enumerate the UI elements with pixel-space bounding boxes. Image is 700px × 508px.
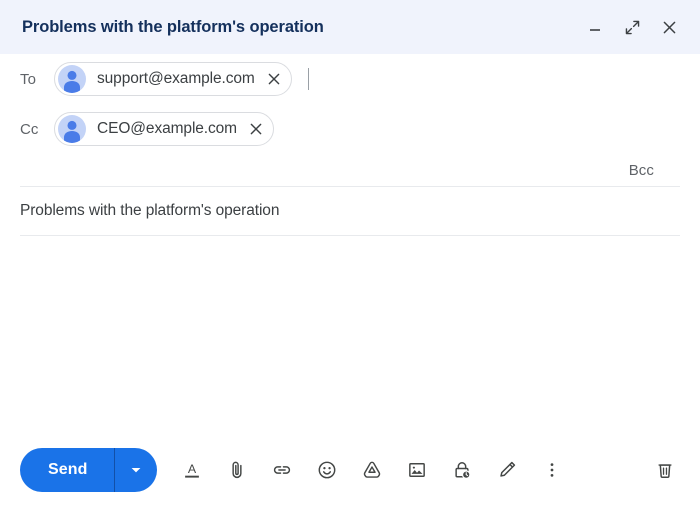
- to-recipient-email: support@example.com: [97, 70, 255, 87]
- send-options-chevron-down-icon[interactable]: [115, 448, 157, 492]
- cc-recipient-chip[interactable]: CEO@example.com: [54, 112, 274, 146]
- discard-draft-button[interactable]: [650, 455, 680, 485]
- person-avatar-icon: [58, 65, 86, 93]
- attach-file-icon[interactable]: [222, 455, 252, 485]
- more-options-icon[interactable]: [537, 455, 567, 485]
- formatting-options-icon[interactable]: A: [177, 455, 207, 485]
- send-button-group[interactable]: Send: [20, 448, 157, 492]
- minimize-button[interactable]: [582, 14, 608, 40]
- toolbar-icons: A: [177, 455, 650, 485]
- subject-row[interactable]: Problems with the platform's operation: [0, 187, 700, 235]
- insert-link-icon[interactable]: [267, 455, 297, 485]
- close-button[interactable]: [656, 14, 682, 40]
- to-label: To: [20, 70, 37, 88]
- bcc-row: Bcc: [0, 154, 700, 186]
- cc-recipient-email: CEO@example.com: [97, 120, 237, 137]
- to-row[interactable]: To support@example.com: [20, 54, 680, 104]
- compose-window: Problems with the platform's operation T…: [0, 0, 700, 508]
- message-body-input[interactable]: [0, 236, 700, 432]
- remove-cc-recipient-icon[interactable]: [247, 120, 265, 138]
- bcc-toggle[interactable]: Bcc: [629, 162, 654, 179]
- recipient-fields: To support@example.com Cc CEO@example.co…: [0, 54, 700, 154]
- window-actions: [582, 14, 682, 40]
- person-avatar-icon: [58, 115, 86, 143]
- remove-to-recipient-icon[interactable]: [265, 70, 283, 88]
- insert-photo-icon[interactable]: [402, 455, 432, 485]
- svg-text:A: A: [187, 462, 196, 476]
- cc-row[interactable]: Cc CEO@example.com: [20, 104, 680, 154]
- insert-emoji-icon[interactable]: [312, 455, 342, 485]
- insert-drive-icon[interactable]: [357, 455, 387, 485]
- confidential-mode-icon[interactable]: [447, 455, 477, 485]
- expand-button[interactable]: [619, 14, 645, 40]
- insert-signature-icon[interactable]: [492, 455, 522, 485]
- compose-title: Problems with the platform's operation: [22, 17, 324, 36]
- to-input-caret[interactable]: [307, 68, 309, 90]
- to-recipient-chip[interactable]: support@example.com: [54, 62, 292, 96]
- cc-label: Cc: [20, 120, 39, 138]
- compose-title-bar: Problems with the platform's operation: [0, 0, 700, 54]
- subject-input[interactable]: Problems with the platform's operation: [20, 202, 279, 220]
- compose-toolbar: Send A: [0, 432, 700, 508]
- send-button[interactable]: Send: [20, 448, 114, 492]
